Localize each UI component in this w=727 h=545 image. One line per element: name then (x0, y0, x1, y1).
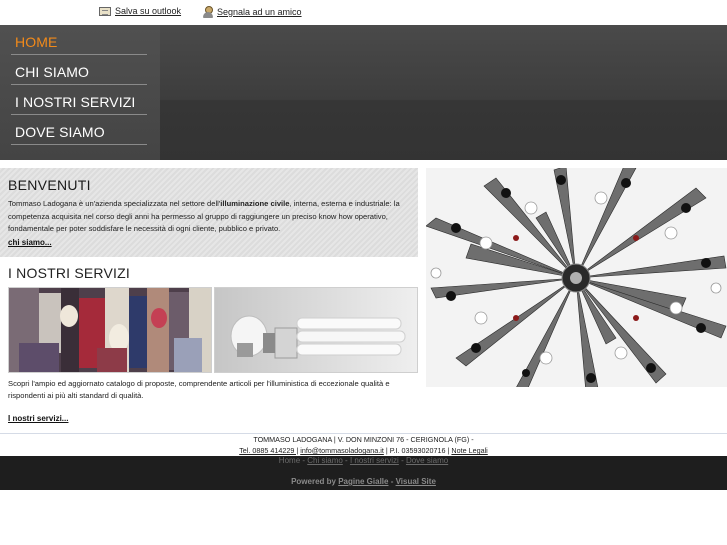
footer-navigation: Home - Chi siamo - I nostri servizi - Do… (278, 456, 449, 465)
welcome-text-highlight: illuminazione civile (220, 199, 290, 208)
footer-nav-dove-siamo[interactable]: Dove siamo (406, 456, 448, 465)
welcome-box: BENVENUTI Tommaso Ladogana è un'azienda … (0, 168, 418, 257)
nav-item-dove-siamo[interactable]: DOVE SIAMO (11, 115, 147, 145)
top-utility-bar: Salva su outlook Segnala ad un amico (0, 0, 727, 25)
header-banner (160, 25, 727, 160)
footer-nav-home[interactable]: Home (279, 456, 300, 465)
visual-site-link[interactable]: Visual Site (396, 477, 436, 486)
nav-item-home[interactable]: HOME (11, 30, 147, 55)
tell-a-friend-label: Segnala ad un amico (217, 7, 302, 17)
user-icon (203, 6, 213, 18)
save-to-outlook-link[interactable]: Salva su outlook (99, 6, 181, 16)
welcome-title: BENVENUTI (8, 177, 91, 193)
footer-legal-link[interactable]: Note Legali (451, 446, 487, 455)
footer-nav-servizi[interactable]: I nostri servizi (350, 456, 399, 465)
footer-info: TOMMASO LADOGANA | V. DON MINZONI 76 - C… (0, 434, 727, 456)
footer-email-link[interactable]: info@tommasoladogana.it (300, 446, 384, 455)
site-header: HOME CHI SIAMO I NOSTRI SERVIZI DOVE SIA… (0, 25, 727, 160)
main-navigation: HOME CHI SIAMO I NOSTRI SERVIZI DOVE SIA… (0, 25, 160, 160)
footer-phone-link[interactable]: Tel. 0885 414229 | (239, 446, 298, 455)
powered-by-label: Powered by (291, 477, 336, 486)
footer-contacts-line: Tel. 0885 414229 | info@tommasoladogana.… (0, 445, 727, 456)
address-card-icon (99, 6, 111, 16)
lamps-catalog-image (8, 287, 212, 373)
powered-by-line: Powered by Pagine Gialle - Visual Site (291, 477, 436, 486)
chandelier-image (426, 168, 727, 387)
chi-siamo-link[interactable]: chi siamo... (8, 238, 52, 247)
lamps-illustration (9, 288, 211, 372)
nav-item-servizi[interactable]: I NOSTRI SERVIZI (11, 85, 147, 115)
footer-nav-chi-siamo[interactable]: Chi siamo (307, 456, 343, 465)
welcome-text: Tommaso Ladogana è un'azienda specializz… (8, 198, 410, 236)
welcome-text-intro: Tommaso Ladogana è un'azienda specializz… (8, 199, 221, 208)
services-link[interactable]: I nostri servizi... (8, 414, 68, 423)
footer-address: TOMMASO LADOGANA | V. DON MINZONI 76 - C… (253, 435, 474, 444)
services-text: Scopri l'ampio ed aggiornato catalogo di… (8, 379, 390, 400)
footer-vat: | P.I. 03593020716 | (385, 446, 450, 455)
save-to-outlook-label: Salva su outlook (115, 6, 182, 16)
chandelier-illustration (426, 168, 727, 387)
tell-a-friend-link[interactable]: Segnala ad un amico (203, 6, 302, 18)
services-title: I NOSTRI SERVIZI (8, 265, 130, 281)
pagine-gialle-link[interactable]: Pagine Gialle (338, 477, 388, 486)
bulbs-illustration (215, 288, 417, 372)
nav-item-chi-siamo[interactable]: CHI SIAMO (11, 55, 147, 85)
page-bottom (0, 490, 727, 545)
bulbs-catalog-image (214, 287, 418, 373)
